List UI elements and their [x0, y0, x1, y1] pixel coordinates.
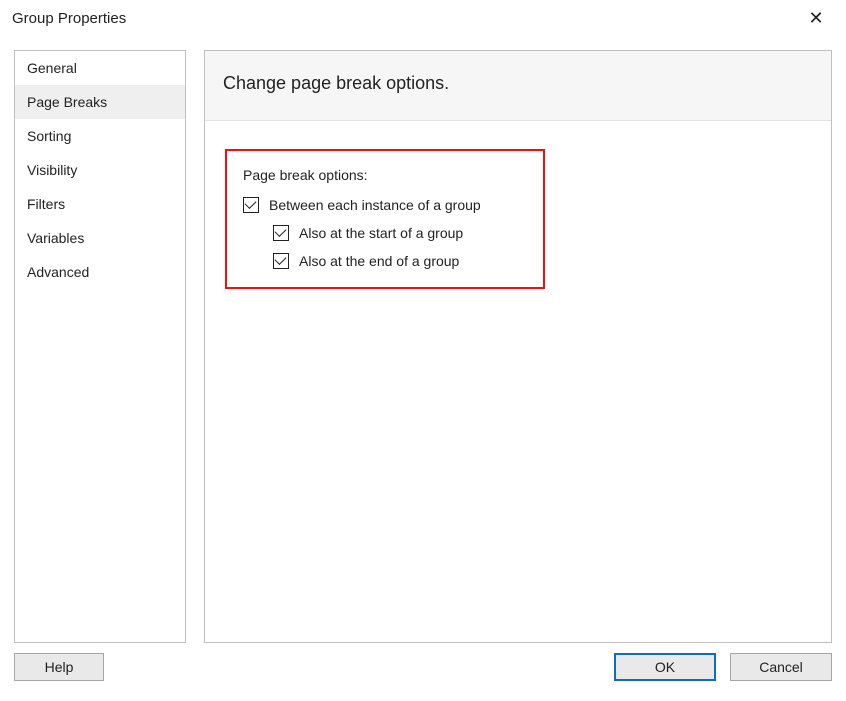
help-button[interactable]: Help: [14, 653, 104, 681]
options-title: Page break options:: [243, 167, 527, 183]
main-panel: Change page break options. Page break op…: [204, 50, 832, 643]
checkbox-at-end[interactable]: [273, 253, 289, 269]
dialog-title: Group Properties: [12, 10, 126, 27]
cancel-button[interactable]: Cancel: [730, 653, 832, 681]
page-break-options-highlight: Page break options: Between each instanc…: [225, 149, 545, 289]
panel-heading: Change page break options.: [205, 51, 831, 121]
sidebar-item-sorting[interactable]: Sorting: [15, 119, 185, 153]
ok-button[interactable]: OK: [614, 653, 716, 681]
dialog-content: General Page Breaks Sorting Visibility F…: [0, 36, 846, 643]
sidebar-item-visibility[interactable]: Visibility: [15, 153, 185, 187]
sidebar-item-variables[interactable]: Variables: [15, 221, 185, 255]
button-label: OK: [655, 659, 675, 675]
checkbox-row-at-start[interactable]: Also at the start of a group: [273, 225, 527, 241]
checkbox-row-at-end[interactable]: Also at the end of a group: [273, 253, 527, 269]
checkbox-row-between[interactable]: Between each instance of a group: [243, 197, 527, 213]
sidebar-item-advanced[interactable]: Advanced: [15, 255, 185, 289]
sidebar-nav: General Page Breaks Sorting Visibility F…: [14, 50, 186, 643]
checkbox-between-instance[interactable]: [243, 197, 259, 213]
sidebar-item-label: General: [27, 60, 77, 76]
panel-body: Page break options: Between each instanc…: [205, 121, 831, 317]
checkbox-label: Between each instance of a group: [269, 197, 481, 213]
checkbox-label: Also at the end of a group: [299, 253, 459, 269]
button-label: Cancel: [759, 659, 803, 675]
titlebar: Group Properties ✕: [0, 0, 846, 36]
checkbox-label: Also at the start of a group: [299, 225, 463, 241]
sidebar-item-label: Page Breaks: [27, 94, 107, 110]
sidebar-item-label: Sorting: [27, 128, 71, 144]
checkbox-at-start[interactable]: [273, 225, 289, 241]
dialog-window: Group Properties ✕ General Page Breaks S…: [0, 0, 846, 701]
close-icon: ✕: [808, 8, 823, 29]
sidebar-item-general[interactable]: General: [15, 51, 185, 85]
sidebar-item-filters[interactable]: Filters: [15, 187, 185, 221]
button-label: Help: [45, 659, 74, 675]
sidebar-item-label: Visibility: [27, 162, 77, 178]
sidebar-item-page-breaks[interactable]: Page Breaks: [15, 85, 185, 119]
footer-right: OK Cancel: [614, 653, 832, 681]
close-button[interactable]: ✕: [796, 3, 836, 33]
sidebar-item-label: Advanced: [27, 264, 89, 280]
sidebar-item-label: Filters: [27, 196, 65, 212]
dialog-footer: Help OK Cancel: [0, 643, 846, 693]
sidebar-item-label: Variables: [27, 230, 84, 246]
